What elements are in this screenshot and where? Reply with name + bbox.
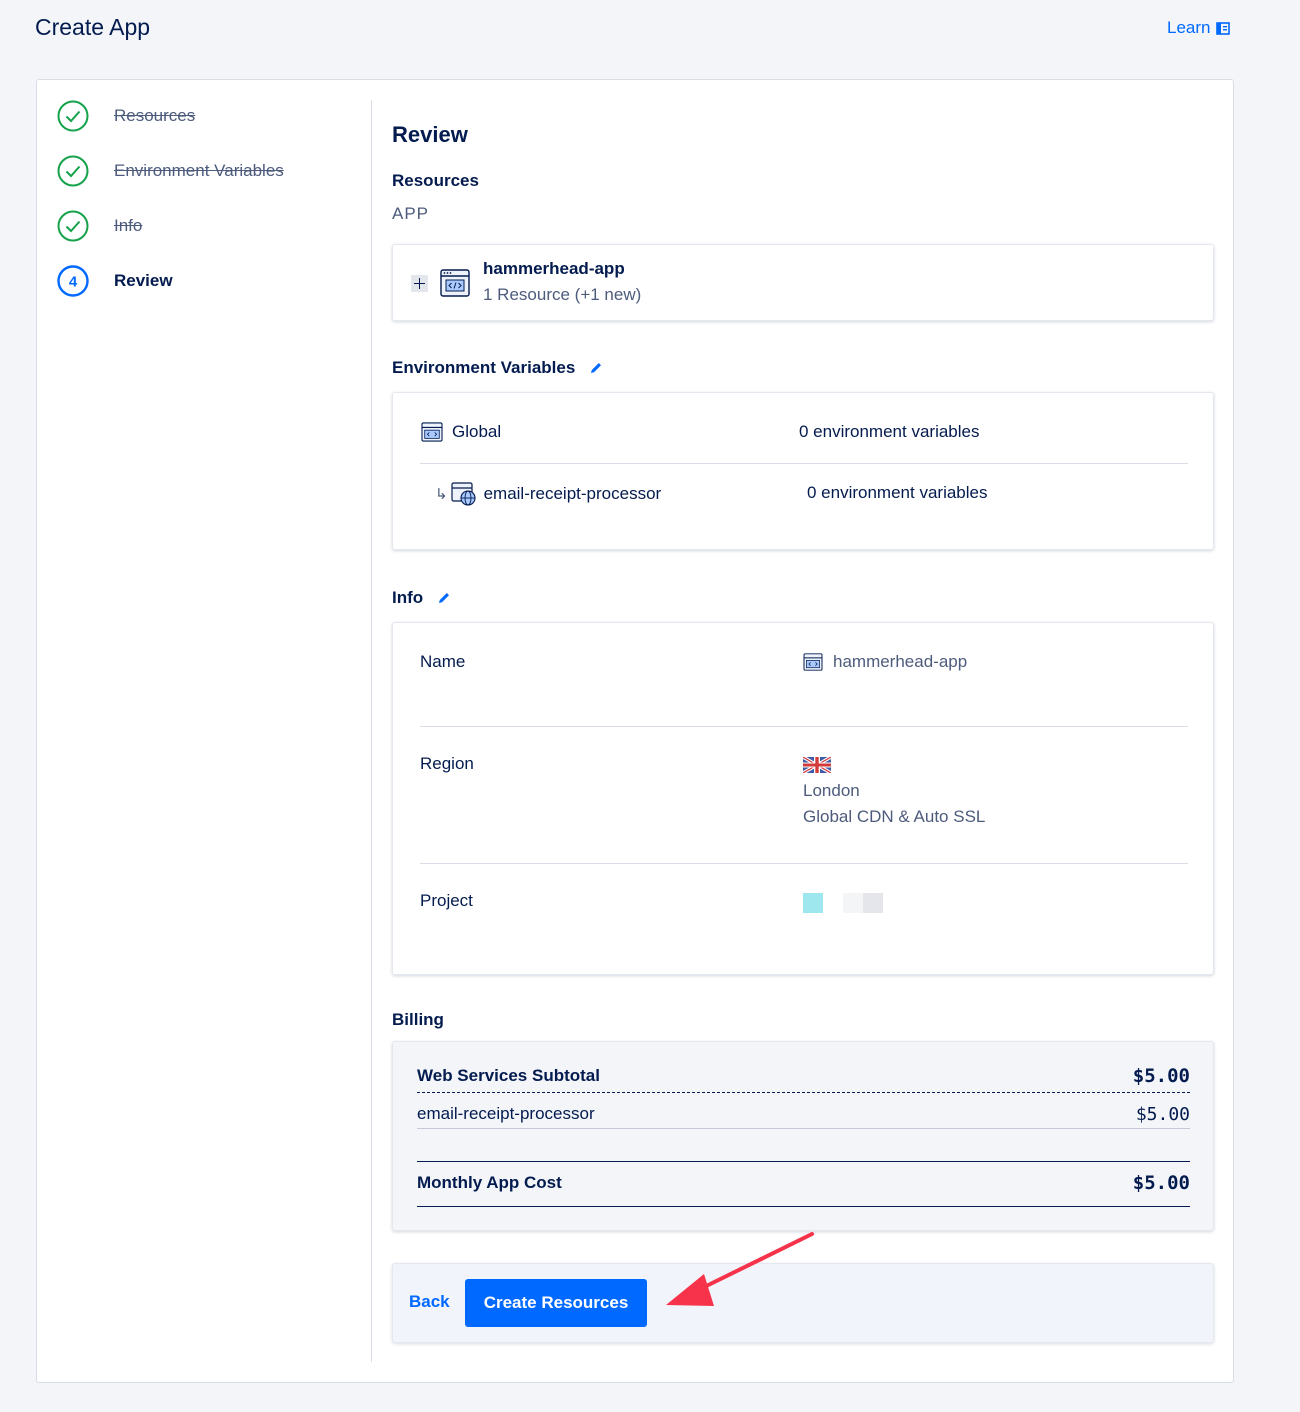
info-heading: Info: [392, 588, 451, 608]
item-amount: $5.00: [1135, 1104, 1190, 1125]
step-review: 4 Review: [57, 265, 173, 297]
review-panel: Review Resources APP hammerhead-app 1 Re…: [392, 80, 1214, 1380]
billing-total-row: Monthly App Cost $5.00: [417, 1161, 1190, 1207]
vertical-divider: [371, 100, 372, 1362]
step-label: Info: [114, 216, 143, 235]
web-service-globe-icon: [450, 482, 476, 506]
check-circle-icon: [57, 100, 89, 132]
region-city: London: [803, 781, 860, 800]
region-features: Global CDN & Auto SSL: [803, 807, 986, 826]
step-info[interactable]: Info: [57, 210, 142, 242]
book-icon: [1216, 21, 1231, 35]
step-resources[interactable]: Resources: [57, 100, 195, 132]
info-box: Name hammerhead-app Region London Global…: [392, 622, 1214, 975]
item-label: email-receipt-processor: [417, 1104, 595, 1123]
env-row-count: 0 environment variables: [807, 483, 988, 502]
env-row-count: 0 environment variables: [799, 422, 980, 441]
project-name-placeholder: [843, 893, 883, 913]
check-circle-icon: [57, 155, 89, 187]
env-vars-heading: Environment Variables: [392, 358, 603, 378]
step-environment-variables[interactable]: Environment Variables: [57, 155, 284, 187]
pencil-icon[interactable]: [437, 591, 451, 605]
pencil-icon[interactable]: [589, 361, 603, 375]
billing-box: Web Services Subtotal $5.00 email-receip…: [392, 1041, 1214, 1231]
app-subheading: APP: [392, 204, 430, 223]
back-button[interactable]: Back: [409, 1292, 450, 1312]
uk-flag-icon: [803, 757, 831, 773]
total-label: Monthly App Cost: [417, 1173, 562, 1192]
step-number: 4: [69, 274, 78, 291]
app-resource-count: 1 Resource (+1 new): [483, 285, 642, 304]
resources-heading: Resources: [392, 171, 479, 190]
info-divider: [420, 726, 1188, 727]
env-vars-box: Global 0 environment variables ↳ email-r…: [392, 392, 1214, 550]
expand-icon[interactable]: [411, 274, 428, 292]
billing-subtotal-row: Web Services Subtotal $5.00: [417, 1065, 1190, 1093]
billing-item-row: email-receipt-processor $5.00: [417, 1104, 1190, 1129]
app-code-icon: [421, 422, 443, 442]
app-code-icon: [440, 269, 470, 297]
page-title: Create App: [35, 14, 151, 40]
create-resources-button[interactable]: Create Resources: [465, 1279, 647, 1327]
info-divider: [420, 863, 1188, 864]
subtotal-label: Web Services Subtotal: [417, 1066, 600, 1085]
project-icon-placeholder: [803, 893, 823, 913]
info-region-label: Region: [420, 754, 474, 773]
create-app-card: Resources Environment Variables Info 4 R…: [36, 79, 1234, 1383]
review-title: Review: [392, 122, 468, 147]
billing-heading: Billing: [392, 1010, 444, 1029]
env-row-name: email-receipt-processor: [483, 484, 662, 503]
step-number-icon: 4: [57, 265, 89, 297]
app-code-icon: [803, 653, 823, 671]
env-row-global: Global: [420, 422, 501, 442]
step-label: Review: [114, 271, 173, 290]
info-name-value: hammerhead-app: [803, 652, 967, 672]
sub-arrow-icon: ↳: [435, 486, 448, 503]
subtotal-amount: $5.00: [1132, 1065, 1190, 1087]
env-row-component: ↳ email-receipt-processor: [435, 482, 661, 506]
app-name: hammerhead-app: [483, 259, 625, 278]
step-label: Environment Variables: [114, 161, 284, 180]
learn-link-label: Learn: [1167, 18, 1211, 37]
env-row-name: Global: [452, 422, 502, 441]
total-amount: $5.00: [1132, 1172, 1190, 1194]
check-circle-icon: [57, 210, 89, 242]
learn-link[interactable]: Learn: [1167, 18, 1231, 38]
step-label: Resources: [114, 106, 196, 125]
annotation-arrow: [666, 1232, 814, 1306]
env-divider: [420, 463, 1188, 464]
info-name-label: Name: [420, 652, 466, 671]
app-resource-box: hammerhead-app 1 Resource (+1 new): [392, 244, 1214, 321]
info-project-label: Project: [420, 891, 473, 910]
